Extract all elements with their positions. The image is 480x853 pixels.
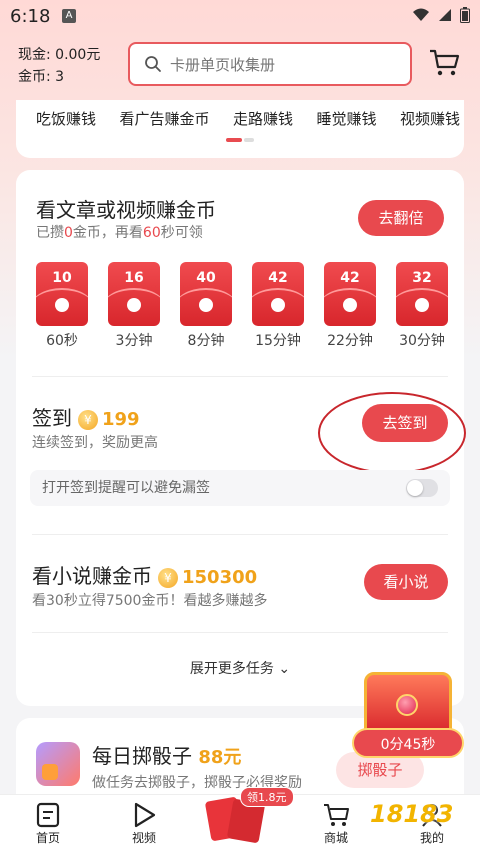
watermark-logo: 18183 — [370, 800, 454, 828]
checkin-task-subtitle: 连续签到，奖励更高 — [32, 435, 158, 451]
divider — [32, 376, 448, 377]
home-doc-icon — [36, 802, 60, 828]
checkin-button[interactable]: 去签到 — [362, 404, 448, 442]
cart-icon — [324, 804, 349, 826]
novel-reward: 150300 — [182, 567, 258, 588]
chevron-down-icon: ⌄ — [278, 661, 291, 677]
category-tabs: 吃饭赚钱 看广告赚金币 走路赚钱 睡觉赚钱 视频赚钱 — [16, 108, 464, 129]
envelope-item[interactable]: 32 30分钟 — [396, 262, 448, 350]
checkin-task-title: 签到 ¥199 — [32, 406, 140, 430]
tab-eat[interactable]: 吃饭赚钱 — [36, 108, 96, 129]
checkin-reminder: 打开签到提醒可以避免漏签 — [30, 470, 450, 506]
divider — [32, 534, 448, 535]
tab-ads[interactable]: 看广告赚金币 — [119, 108, 209, 129]
article-task-subtitle: 已攒0金币，再看60秒可领 — [36, 225, 203, 241]
novel-task-subtitle: 看30秒立得7500金币！看越多赚越多 — [32, 593, 268, 609]
novel-task-title: 看小说赚金币 ¥150300 — [32, 564, 258, 588]
notification-icon: A — [62, 9, 76, 23]
heart-lock-icon — [396, 694, 418, 716]
nav-home[interactable]: 首页 — [18, 801, 78, 846]
read-novel-button[interactable]: 看小说 — [364, 564, 448, 600]
category-strip: 吃饭赚钱 看广告赚金币 走路赚钱 睡觉赚钱 视频赚钱 — [16, 100, 464, 158]
coin-icon: ¥ — [78, 409, 98, 430]
tab-sleep[interactable]: 睡觉赚钱 — [316, 108, 376, 129]
checkin-reward: 199 — [102, 409, 140, 430]
tab-walk[interactable]: 走路赚钱 — [233, 108, 293, 129]
envelope-item[interactable]: 10 60秒 — [36, 262, 88, 350]
battery-icon — [460, 7, 470, 23]
cart-icon[interactable] — [428, 48, 460, 78]
search-input[interactable]: 卡册单页收集册 — [128, 42, 412, 86]
cash-balance: 现金: 0.00元 — [18, 47, 101, 63]
coin-balance: 金币: 3 — [18, 69, 65, 85]
treasure-chest-widget[interactable]: 0分45秒 — [352, 668, 464, 760]
envelope-item[interactable]: 16 3分钟 — [108, 262, 160, 350]
divider — [32, 632, 448, 633]
dice-task-title: 每日掷骰子 88元 — [92, 744, 242, 768]
signal-icon — [439, 9, 451, 21]
reminder-toggle[interactable] — [406, 479, 438, 497]
system-icons — [412, 7, 470, 23]
double-reward-button[interactable]: 去翻倍 — [358, 200, 444, 236]
status-time: 6:18 — [10, 6, 51, 27]
wallet-summary: 现金: 0.00元 金币: 3 — [18, 44, 100, 88]
dice-icon — [36, 742, 80, 786]
tab-video[interactable]: 视频赚钱 — [400, 108, 460, 129]
red-packet-badge: 领1.8元 — [240, 787, 294, 807]
search-placeholder: 卡册单页收集册 — [170, 55, 276, 74]
task-card: 看文章或视频赚金币 已攒0金币，再看60秒可领 去翻倍 10 60秒 16 3分钟 … — [16, 170, 466, 706]
nav-red-packet[interactable]: 领1.8元 — [204, 787, 294, 845]
coin-icon: ¥ — [158, 567, 178, 588]
scroll-indicator — [226, 138, 256, 142]
nav-video[interactable]: 视频 — [114, 801, 174, 846]
chest-timer: 0分45秒 — [352, 728, 464, 758]
wifi-icon — [413, 8, 429, 21]
status-bar: 6:18 A — [0, 0, 480, 34]
search-icon — [145, 56, 161, 72]
reminder-text: 打开签到提醒可以避免漏签 — [42, 480, 210, 496]
envelope-item[interactable]: 42 15分钟 — [252, 262, 304, 350]
nav-mall[interactable]: 商城 — [306, 801, 366, 846]
dice-reward: 88元 — [198, 747, 242, 768]
envelope-item[interactable]: 40 8分钟 — [180, 262, 232, 350]
envelope-item[interactable]: 42 22分钟 — [324, 262, 376, 350]
envelope-row: 10 60秒 16 3分钟 40 8分钟 42 15分钟 42 22分钟 32 30分钟 — [36, 262, 448, 350]
article-task-title: 看文章或视频赚金币 — [36, 198, 216, 222]
play-icon — [134, 802, 156, 828]
